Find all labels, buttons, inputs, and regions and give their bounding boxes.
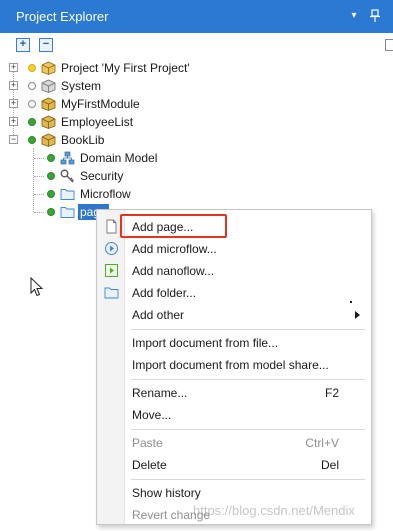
tree-item-label: Microflow <box>80 187 131 201</box>
expand-toggle-icon[interactable]: + <box>9 81 18 90</box>
submenu-arrow-icon <box>355 311 360 319</box>
tree-item-myfirstmodule[interactable]: + MyFirstModule <box>0 95 393 113</box>
menu-item-show-history[interactable]: Show history <box>97 482 371 504</box>
mouse-pointer-icon <box>30 277 44 297</box>
menu-separator <box>131 479 365 480</box>
tree-item-project[interactable]: + Project 'My First Project' <box>0 59 393 77</box>
menu-item-label: Rename... <box>132 386 188 400</box>
nanoflow-icon <box>105 264 118 277</box>
expand-toggle-icon[interactable]: + <box>9 99 18 108</box>
menu-item-label: Show history <box>132 486 201 500</box>
tree-item-employeelist[interactable]: + EmployeeList <box>0 113 393 131</box>
status-dot-icon <box>28 136 36 144</box>
tree-item-booklib[interactable]: − BookLib <box>0 131 393 149</box>
menu-item-label: Add microflow... <box>132 242 217 256</box>
tree-item-label: Project 'My First Project' <box>61 61 190 75</box>
menu-item-label: Import document from file... <box>132 336 279 350</box>
project-tree: + Project 'My First Project' + System + … <box>0 59 393 229</box>
domain-model-icon <box>60 151 75 165</box>
panel-title: Project Explorer <box>16 9 109 24</box>
menu-item-add-folder[interactable]: Add folder... <box>97 282 371 304</box>
microflow-icon <box>105 242 118 255</box>
menu-separator <box>131 329 365 330</box>
module-box-icon <box>41 79 56 93</box>
menu-item-import-from-file[interactable]: Import document from file... <box>97 332 371 354</box>
tree-item-system[interactable]: + System <box>0 77 393 95</box>
menu-item-rename[interactable]: Rename... F2 <box>97 382 371 404</box>
menu-separator <box>131 429 365 430</box>
menu-item-shortcut: Ctrl+V <box>305 436 339 450</box>
tree-item-label: Domain Model <box>80 151 158 165</box>
menu-item-label: Move... <box>132 408 172 422</box>
key-icon <box>60 169 74 183</box>
tree-item-label: System <box>61 79 102 93</box>
menu-separator <box>131 379 365 380</box>
tree-item-label: Security <box>80 169 124 183</box>
status-dot-icon <box>28 118 36 126</box>
menu-item-import-from-model-share[interactable]: Import document from model share... <box>97 354 371 376</box>
explorer-toolbar: + − <box>0 33 393 59</box>
collapse-all-button[interactable]: − <box>39 38 53 52</box>
status-dot-icon <box>28 100 36 108</box>
annotation-highlight-box <box>120 214 227 238</box>
panel-titlebar: Project Explorer ▾ <box>0 0 393 33</box>
status-dot-icon <box>28 82 36 90</box>
menu-item-label: Add folder... <box>132 286 197 300</box>
tree-item-microflow[interactable]: Microflow <box>0 185 393 203</box>
panel-menu-dropdown-icon[interactable]: ▾ <box>348 9 360 23</box>
project-box-icon <box>41 61 56 75</box>
watermark: https://blog.csdn.net/Mendix <box>193 503 355 518</box>
menu-item-add-microflow[interactable]: Add microflow... <box>97 238 371 260</box>
status-dot-icon <box>47 208 55 216</box>
expand-all-button[interactable]: + <box>16 38 30 52</box>
context-menu: Add page... Add microflow... Add nanoflo… <box>96 209 372 525</box>
status-dot-icon <box>28 64 36 72</box>
menu-item-label: Delete <box>132 458 167 472</box>
stray-pixel <box>350 301 352 303</box>
menu-item-move[interactable]: Move... <box>97 404 371 426</box>
tree-item-domain-model[interactable]: Domain Model <box>0 149 393 167</box>
menu-item-add-other[interactable]: Add other <box>97 304 371 326</box>
module-box-icon <box>41 115 56 129</box>
tree-item-security[interactable]: Security <box>0 167 393 185</box>
menu-item-shortcut: F2 <box>324 386 339 400</box>
folder-icon <box>60 189 75 200</box>
menu-item-label: Import document from model share... <box>132 358 329 372</box>
module-box-icon <box>41 97 56 111</box>
menu-item-delete[interactable]: Delete Del <box>97 454 371 476</box>
menu-item-add-nanoflow[interactable]: Add nanoflow... <box>97 260 371 282</box>
menu-item-label: Paste <box>132 436 163 450</box>
folder-icon <box>104 287 119 299</box>
menu-item-label: Add nanoflow... <box>132 264 215 278</box>
menu-item-shortcut: Del <box>320 458 339 472</box>
expand-toggle-icon[interactable]: + <box>9 63 18 72</box>
clipped-toolbar-icon[interactable] <box>385 39 393 51</box>
status-dot-icon <box>47 190 55 198</box>
collapse-toggle-icon[interactable]: − <box>9 135 18 144</box>
tree-item-label: EmployeeList <box>61 115 134 129</box>
expand-toggle-icon[interactable]: + <box>9 117 18 126</box>
module-box-icon <box>41 133 56 147</box>
pin-icon[interactable] <box>369 9 381 23</box>
status-dot-icon <box>47 154 55 162</box>
folder-icon <box>60 207 75 218</box>
menu-item-label: Add other <box>132 308 185 322</box>
tree-item-label: BookLib <box>61 133 105 147</box>
menu-item-paste: Paste Ctrl+V <box>97 432 371 454</box>
page-document-icon <box>106 219 117 234</box>
tree-item-label: MyFirstModule <box>61 97 140 111</box>
status-dot-icon <box>47 172 55 180</box>
